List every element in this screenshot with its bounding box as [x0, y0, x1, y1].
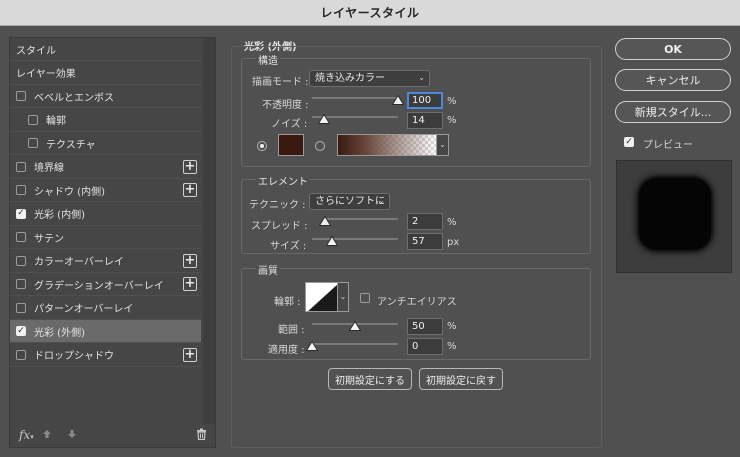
style-checkbox[interactable]: [16, 91, 26, 101]
preview-checkbox[interactable]: ✓: [624, 137, 634, 147]
ok-button[interactable]: OK: [615, 38, 731, 60]
style-list-item[interactable]: 輪郭: [10, 109, 201, 132]
style-checkbox[interactable]: [16, 232, 26, 242]
style-checkbox[interactable]: [16, 161, 26, 172]
style-list-item[interactable]: ドロップシャドウ +: [10, 344, 201, 367]
style-list-item-label: テクスチャ: [46, 139, 96, 151]
style-checkbox[interactable]: [16, 185, 26, 195]
preview-label: プレビュー: [643, 140, 693, 151]
styles-list-panel: スタイルレイヤー効果ベベルとエンボス輪郭テクスチャ境界線 + シャドウ (内側) + ✓…: [9, 37, 216, 448]
options-panel-border: [231, 46, 602, 448]
style-list-item-label: 境界線: [34, 163, 64, 174]
add-effect-plus-icon[interactable]: +: [183, 183, 197, 197]
move-down-icon[interactable]: [67, 428, 77, 442]
style-list-item[interactable]: サテン: [10, 226, 201, 249]
title-bar: レイヤースタイル: [0, 0, 740, 26]
style-list-item-label: スタイル: [16, 45, 56, 57]
style-list-item-label: グラデーションオーバーレイ: [34, 280, 164, 292]
new-style-button[interactable]: 新規スタイル...: [615, 101, 731, 123]
style-checkbox[interactable]: [28, 138, 38, 148]
style-list-item-label: ベベルとエンボス: [34, 92, 114, 104]
style-list-item[interactable]: ✓ 光彩 (内側): [10, 203, 201, 226]
style-list-item[interactable]: グラデーションオーバーレイ +: [10, 273, 201, 296]
style-list-item[interactable]: カラーオーバーレイ +: [10, 250, 201, 273]
preview-box: [616, 160, 732, 273]
style-list-item-label: カラーオーバーレイ: [34, 257, 124, 268]
cancel-button[interactable]: キャンセル: [615, 69, 731, 91]
style-checkbox[interactable]: ✓: [16, 208, 26, 219]
style-checkbox[interactable]: [16, 279, 26, 289]
style-list-item-label: シャドウ (内側): [34, 186, 105, 198]
styles-list-footer: fx▾: [10, 424, 215, 447]
add-effect-plus-icon[interactable]: +: [183, 159, 197, 174]
style-checkbox[interactable]: [28, 114, 38, 125]
add-effect-plus-icon[interactable]: +: [183, 347, 197, 362]
style-list-item-label: 光彩 (外側): [34, 327, 85, 339]
style-list-item[interactable]: パターンオーバーレイ: [10, 297, 201, 320]
styles-list: スタイルレイヤー効果ベベルとエンボス輪郭テクスチャ境界線 + シャドウ (内側) + ✓…: [10, 38, 201, 424]
style-list-item[interactable]: ベベルとエンボス: [10, 85, 201, 108]
style-checkbox[interactable]: ✓: [16, 326, 26, 336]
style-list-item-label: サテン: [34, 233, 64, 245]
window-title: レイヤースタイル: [320, 6, 420, 20]
style-list-item-label: 光彩 (内側): [34, 210, 85, 221]
add-effect-plus-icon[interactable]: +: [183, 253, 197, 268]
style-list-item-label: レイヤー効果: [16, 69, 76, 80]
move-up-icon[interactable]: [42, 428, 52, 442]
style-list-item-label: 輪郭: [46, 116, 66, 127]
style-list-item[interactable]: シャドウ (内側) +: [10, 179, 201, 202]
style-list-item[interactable]: 境界線 +: [10, 156, 201, 179]
style-list-item[interactable]: ✓ 光彩 (外側): [10, 320, 201, 343]
style-checkbox[interactable]: [16, 349, 26, 360]
style-list-item-label: パターンオーバーレイ: [34, 304, 134, 315]
style-list-item[interactable]: スタイル: [10, 38, 201, 61]
style-checkbox[interactable]: [16, 302, 26, 313]
style-checkbox[interactable]: [16, 255, 26, 266]
style-list-item[interactable]: レイヤー効果: [10, 62, 201, 85]
trash-icon[interactable]: [196, 428, 207, 443]
preview-thumbnail: [639, 178, 711, 250]
add-effect-plus-icon[interactable]: +: [183, 277, 197, 291]
fx-icon[interactable]: fx▾: [19, 428, 34, 442]
style-list-item[interactable]: テクスチャ: [10, 132, 201, 155]
style-list-item-label: ドロップシャドウ: [34, 351, 114, 362]
styles-list-scrollbar[interactable]: [203, 38, 215, 424]
